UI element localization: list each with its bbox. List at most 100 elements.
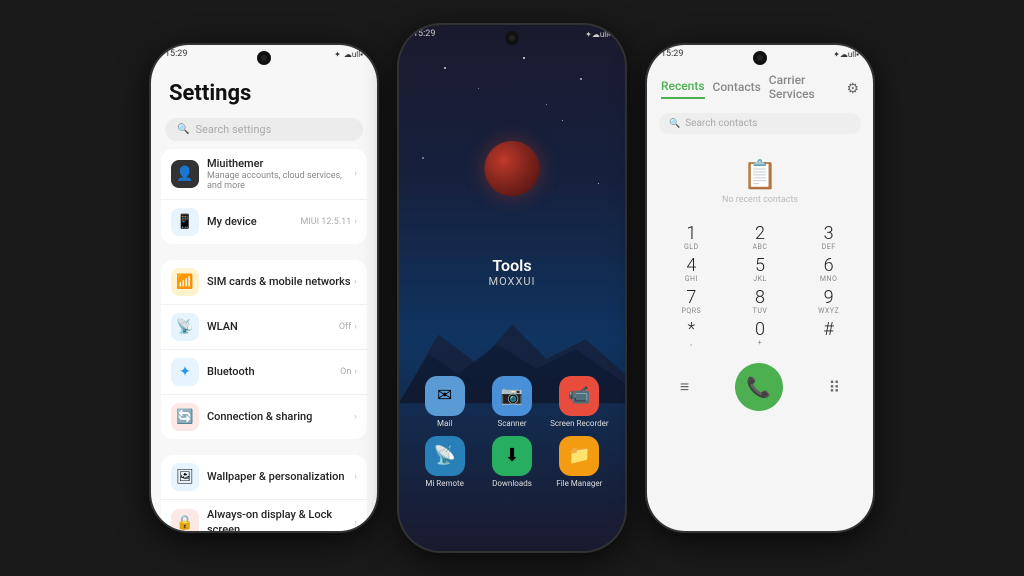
app-filemanager[interactable]: 📁 File Manager: [550, 436, 609, 488]
chevron-icon: ›: [354, 412, 357, 422]
wallpaper-label: Wallpaper & personalization: [207, 470, 354, 484]
chevron-icon: ›: [354, 217, 357, 227]
settings-group-connectivity: 📶 SIM cards & mobile networks › 📡 WLAN: [161, 260, 367, 439]
bluetooth-text: Bluetooth: [207, 365, 340, 379]
lockscreen-icon: 🔒: [171, 509, 199, 531]
dialpad-grid-icon[interactable]: ⠿: [828, 378, 840, 397]
dialer-search-bar[interactable]: 🔍 Search contacts: [659, 113, 861, 134]
settings-search-bar[interactable]: 🔍 Search settings: [165, 118, 363, 141]
dialpad-row-2: 4 GHI 5 JKL 6 MNO: [657, 257, 863, 283]
key-1[interactable]: 1 GLD: [665, 225, 717, 251]
tab-recents[interactable]: Recents: [661, 79, 705, 99]
call-button[interactable]: 📞: [735, 363, 783, 411]
key-3[interactable]: 3 DEF: [803, 225, 855, 251]
miremote-label: Mi Remote: [425, 479, 464, 488]
status-icons-1: ✦ ☁ull▪: [334, 50, 363, 59]
dialpad-row-3: 7 PQRS 8 TUV 9 WXYZ: [657, 289, 863, 315]
miuithemer-sub: Manage accounts, cloud services, and mor…: [207, 171, 354, 191]
status-icons-2: ✦☁ull▪: [585, 30, 611, 39]
filemanager-label: File Manager: [556, 479, 602, 488]
settings-item-connection[interactable]: 🔄 Connection & sharing ›: [161, 395, 367, 439]
settings-item-lockscreen[interactable]: 🔒 Always-on display & Lock screen ›: [161, 500, 367, 531]
search-icon: 🔍: [177, 124, 189, 135]
app-downloads[interactable]: ⬇ Downloads: [482, 436, 541, 488]
launcher-screen: Tools MOXXUI ✉ Mail 📷 Scanner 📹 Screen R…: [399, 25, 625, 551]
mydevice-text: My device: [207, 215, 300, 229]
key-6[interactable]: 6 MNO: [803, 257, 855, 283]
signal-icon: ☁ull▪: [344, 50, 363, 59]
key-4[interactable]: 4 GHI: [665, 257, 717, 283]
dialpad-row-4: * , 0 + #: [657, 321, 863, 347]
settings-group-account: 👤 Miuithemer Manage accounts, cloud serv…: [161, 149, 367, 244]
key-8[interactable]: 8 TUV: [734, 289, 786, 315]
tab-carrier[interactable]: Carrier Services: [769, 73, 839, 105]
recorder-label: Screen Recorder: [550, 419, 608, 428]
key-7[interactable]: 7 PQRS: [665, 289, 717, 315]
key-hash[interactable]: #: [803, 321, 855, 347]
wlan-label: WLAN: [207, 320, 339, 334]
wlan-icon: 📡: [171, 313, 199, 341]
bt-icon: ✦: [334, 50, 341, 59]
dialpad-actions: ≡ 📞 ⠿: [647, 363, 873, 411]
notch-mid: [505, 31, 519, 45]
app-recorder[interactable]: 📹 Screen Recorder: [550, 376, 609, 428]
scanner-icon: 📷: [492, 376, 532, 416]
dialpad-row-1: 1 GLD 2 ABC 3 DEF: [657, 225, 863, 251]
settings-group-display: 🖼 Wallpaper & personalization › 🔒 Always…: [161, 455, 367, 531]
sim-icon: 📶: [171, 268, 199, 296]
no-recents-section: 📋 No recent contacts: [647, 142, 873, 221]
recorder-icon: 📹: [559, 376, 599, 416]
notch-right: [753, 51, 767, 65]
wallpaper-text: Wallpaper & personalization: [207, 470, 354, 484]
settings-item-wallpaper[interactable]: 🖼 Wallpaper & personalization ›: [161, 455, 367, 500]
miuithemer-icon: 👤: [171, 160, 199, 188]
mydevice-icon: 📱: [171, 208, 199, 236]
time-2: 15:29: [413, 29, 435, 39]
key-2[interactable]: 2 ABC: [734, 225, 786, 251]
miuithemer-label: Miuithemer: [207, 157, 354, 171]
chevron-icon: ›: [354, 322, 357, 332]
settings-item-wlan[interactable]: 📡 WLAN Off ›: [161, 305, 367, 350]
mail-label: Mail: [437, 419, 452, 428]
settings-screen: Settings 🔍 Search settings 👤 Miuithemer …: [151, 45, 377, 531]
key-star[interactable]: * ,: [665, 321, 717, 347]
settings-item-sim[interactable]: 📶 SIM cards & mobile networks ›: [161, 260, 367, 305]
key-9[interactable]: 9 WXYZ: [803, 289, 855, 315]
lockscreen-text: Always-on display & Lock screen: [207, 508, 354, 531]
bluetooth-status: On: [340, 367, 351, 377]
search-icon-dialer: 🔍: [669, 119, 680, 129]
settings-item-bluetooth[interactable]: ✦ Bluetooth On ›: [161, 350, 367, 395]
mydevice-label: My device: [207, 215, 300, 229]
settings-item-mydevice[interactable]: 📱 My device MIUI 12.5.11 ›: [161, 200, 367, 244]
connection-icon: 🔄: [171, 403, 199, 431]
phone-settings: 15:29 ✦ ☁ull▪ Settings 🔍 Search settings…: [149, 43, 379, 533]
app-miremote[interactable]: 📡 Mi Remote: [415, 436, 474, 488]
bt-icon-2: ✦☁ull▪: [585, 30, 611, 39]
app-grid: ✉ Mail 📷 Scanner 📹 Screen Recorder 📡 Mi …: [399, 376, 625, 488]
lockscreen-label: Always-on display & Lock screen: [207, 508, 354, 531]
wlan-text: WLAN: [207, 320, 339, 334]
tab-contacts[interactable]: Contacts: [713, 80, 761, 98]
menu-icon[interactable]: ≡: [680, 377, 689, 397]
no-recents-icon: 📋: [743, 158, 778, 191]
miui-badge: MIUI 12.5.11: [300, 217, 351, 227]
wlan-status: Off: [339, 322, 351, 332]
chevron-icon: ›: [354, 472, 357, 482]
status-icons-3: ✦☁ull▪: [833, 50, 859, 59]
wlan-right: Off ›: [339, 322, 357, 332]
key-0[interactable]: 0 +: [734, 321, 786, 347]
notch: [257, 51, 271, 65]
folder-label: Tools MOXXUI: [489, 256, 536, 288]
sim-text: SIM cards & mobile networks: [207, 275, 354, 289]
dialer-screen: Recents Contacts Carrier Services ⚙ 🔍 Se…: [647, 45, 873, 531]
search-placeholder: Search settings: [195, 123, 271, 136]
chevron-icon: ›: [354, 367, 357, 377]
bluetooth-icon: ✦: [171, 358, 199, 386]
app-mail[interactable]: ✉ Mail: [415, 376, 474, 428]
key-5[interactable]: 5 JKL: [734, 257, 786, 283]
chevron-icon: ›: [354, 518, 357, 528]
settings-item-miuithemer[interactable]: 👤 Miuithemer Manage accounts, cloud serv…: [161, 149, 367, 200]
settings-icon[interactable]: ⚙: [846, 81, 859, 97]
app-scanner[interactable]: 📷 Scanner: [482, 376, 541, 428]
scanner-label: Scanner: [497, 419, 526, 428]
